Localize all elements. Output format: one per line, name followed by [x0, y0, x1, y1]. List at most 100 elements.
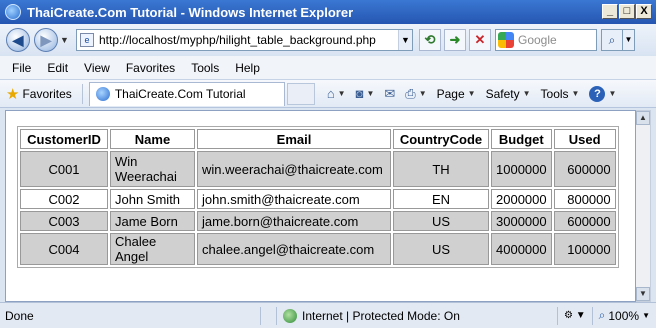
- status-bar: Done Internet | Protected Mode: On ⚙ ▼ ⌕…: [0, 302, 656, 328]
- new-tab-button[interactable]: [286, 82, 315, 105]
- read-mail-button[interactable]: ✉: [380, 86, 399, 102]
- home-button[interactable]: ⌂ ▼: [323, 86, 350, 101]
- google-icon: [498, 32, 514, 48]
- cell-customerid: C001: [20, 151, 108, 187]
- mail-icon: ✉: [384, 85, 396, 101]
- menu-favorites[interactable]: Favorites: [118, 61, 183, 75]
- favorites-bar: ★ Favorites ThaiCreate.Com Tutorial ⌂ ▼ ◙…: [0, 80, 656, 108]
- cell-name: Chalee Angel: [110, 233, 195, 265]
- command-bar: ⌂ ▼ ◙ ▼ ✉ ⎙ ▼ Page ▼ Safety ▼ Tools ▼ ? ▼: [323, 85, 621, 102]
- url-text[interactable]: http://localhost/myphp/hilight_table_bac…: [99, 33, 398, 47]
- zoom-dropdown-icon: ▼: [642, 311, 650, 320]
- close-button[interactable]: X: [636, 4, 652, 19]
- ie-tab-icon: [95, 87, 110, 101]
- address-dropdown[interactable]: ▼: [398, 30, 412, 50]
- status-divider: [260, 306, 270, 325]
- menu-edit[interactable]: Edit: [39, 61, 76, 75]
- help-menu[interactable]: ? ▼: [585, 85, 620, 102]
- zone-label: Internet | Protected Mode: On: [302, 308, 460, 323]
- zoom-control[interactable]: ⌕ 100% ▼: [591, 306, 656, 325]
- cell-customerid: C002: [20, 189, 108, 209]
- favorites-button[interactable]: ★ Favorites: [6, 85, 72, 103]
- cell-customerid: C003: [20, 211, 108, 231]
- table-row: C003 Jame Born jame.born@thaicreate.com …: [20, 211, 616, 231]
- header-customerid: CustomerID: [20, 129, 108, 149]
- table-row: C002 John Smith john.smith@thaicreate.co…: [20, 189, 616, 209]
- header-budget: Budget: [491, 129, 552, 149]
- cell-name: Jame Born: [110, 211, 195, 231]
- cell-email: john.smith@thaicreate.com: [197, 189, 391, 209]
- window-title: ThaiCreate.Com Tutorial - Windows Intern…: [27, 4, 354, 20]
- header-email: Email: [197, 129, 391, 149]
- cell-email: jame.born@thaicreate.com: [197, 211, 391, 231]
- table-row: C004 Chalee Angel chalee.angel@thaicreat…: [20, 233, 616, 265]
- minimize-button[interactable]: _: [602, 4, 618, 19]
- security-zone[interactable]: Internet | Protected Mode: On: [276, 306, 460, 325]
- cell-budget: 2000000: [491, 189, 552, 209]
- scroll-down-button[interactable]: ▼: [636, 287, 650, 301]
- search-icon[interactable]: ⌕: [601, 29, 623, 51]
- tab-thaicreate[interactable]: ThaiCreate.Com Tutorial: [88, 81, 285, 106]
- tab-label: ThaiCreate.Com Tutorial: [114, 87, 246, 101]
- header-name: Name: [110, 129, 195, 149]
- favorites-label: Favorites: [22, 86, 72, 101]
- tools-menu[interactable]: Tools ▼: [537, 87, 584, 101]
- back-button[interactable]: ◀: [6, 28, 30, 52]
- title-bar: ThaiCreate.Com Tutorial - Windows Intern…: [0, 0, 656, 24]
- stop-button[interactable]: ✕: [469, 29, 491, 51]
- cell-countrycode: US: [393, 211, 489, 231]
- home-icon: ⌂: [326, 86, 335, 101]
- cell-budget: 3000000: [491, 211, 552, 231]
- star-icon: ★: [6, 85, 20, 103]
- globe-icon: [283, 308, 297, 323]
- safety-menu[interactable]: Safety ▼: [482, 87, 535, 101]
- address-bar[interactable]: e http://localhost/myphp/hilight_table_b…: [76, 29, 413, 51]
- cell-countrycode: US: [393, 233, 489, 265]
- page-content: CustomerID Name Email CountryCode Budget…: [5, 110, 636, 302]
- cell-used: 600000: [553, 211, 616, 231]
- vertical-scrollbar[interactable]: ▲ ▼: [636, 110, 651, 302]
- page-menu[interactable]: Page ▼: [433, 87, 480, 101]
- feeds-button[interactable]: ◙ ▼: [352, 86, 379, 101]
- window-controls: _ □ X: [602, 4, 652, 19]
- table-row: C001 Win Weerachai win.weerachai@thaicre…: [20, 151, 616, 187]
- cell-countrycode: TH: [393, 151, 489, 187]
- printer-icon: ⎙: [405, 85, 416, 101]
- recent-pages-dropdown[interactable]: ▼: [60, 35, 70, 45]
- page-label: Page: [436, 86, 465, 101]
- search-input[interactable]: Google: [495, 29, 597, 51]
- menu-file[interactable]: File: [4, 61, 39, 75]
- safety-label: Safety: [485, 86, 520, 101]
- menu-help[interactable]: Help: [227, 61, 268, 75]
- address-toolbar: ◀ ▶ ▼ e http://localhost/myphp/hilight_t…: [0, 24, 656, 56]
- maximize-button[interactable]: □: [619, 4, 635, 19]
- forward-button[interactable]: ▶: [34, 28, 58, 52]
- status-text: Done: [5, 308, 34, 323]
- help-icon: ?: [589, 85, 606, 102]
- cell-budget: 4000000: [491, 233, 552, 265]
- go-button[interactable]: ➜: [444, 29, 466, 51]
- scroll-up-button[interactable]: ▲: [636, 111, 650, 125]
- header-countrycode: CountryCode: [393, 129, 489, 149]
- print-button[interactable]: ⎙ ▼: [401, 86, 430, 102]
- cell-email: chalee.angel@thaicreate.com: [197, 233, 391, 265]
- cell-name: John Smith: [110, 189, 195, 209]
- cell-budget: 1000000: [491, 151, 552, 187]
- menu-tools[interactable]: Tools: [183, 61, 227, 75]
- zoom-label: 100%: [608, 308, 640, 323]
- search-placeholder: Google: [518, 33, 557, 47]
- compatibility-view-icon[interactable]: ⟲: [419, 29, 441, 51]
- ie-icon: [5, 4, 21, 20]
- cell-name: Win Weerachai: [110, 151, 195, 187]
- cell-customerid: C004: [20, 233, 108, 265]
- protected-mode-toggle[interactable]: ⚙ ▼: [557, 306, 592, 325]
- page-icon: e: [80, 33, 94, 47]
- cell-countrycode: EN: [393, 189, 489, 209]
- table-header-row: CustomerID Name Email CountryCode Budget…: [20, 129, 616, 149]
- customer-table: CustomerID Name Email CountryCode Budget…: [17, 126, 619, 268]
- cell-used: 800000: [553, 189, 616, 209]
- menu-view[interactable]: View: [76, 61, 118, 75]
- cell-used: 600000: [553, 151, 616, 187]
- search-options-dropdown[interactable]: ▼: [623, 29, 635, 51]
- menu-bar: File Edit View Favorites Tools Help: [0, 56, 656, 80]
